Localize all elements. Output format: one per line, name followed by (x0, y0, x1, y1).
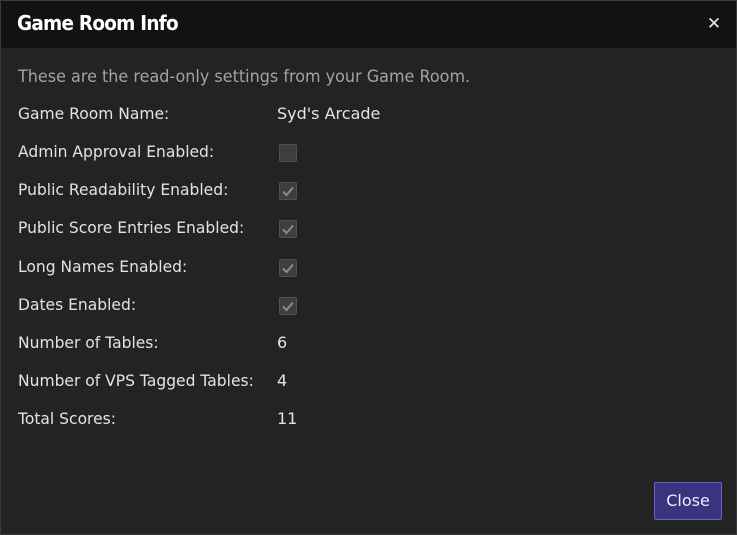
checkmark-icon (282, 263, 294, 274)
game-room-name-label: Game Room Name: (18, 104, 170, 123)
public-score-entries-checkbox (279, 220, 297, 238)
number-of-tables-label: Number of Tables: (18, 333, 159, 352)
public-score-entries-label: Public Score Entries Enabled: (18, 218, 245, 237)
close-icon[interactable]: ✕ (704, 13, 724, 35)
vps-tagged-tables-value: 4 (277, 371, 288, 390)
checkmark-icon (282, 186, 294, 197)
total-scores-value: 11 (277, 409, 298, 428)
public-readability-label: Public Readability Enabled: (18, 180, 229, 199)
public-readability-checkbox (279, 182, 297, 200)
long-names-checkbox (279, 259, 297, 277)
admin-approval-label: Admin Approval Enabled: (18, 142, 215, 161)
vps-tagged-tables-label: Number of VPS Tagged Tables: (18, 371, 254, 390)
admin-approval-checkbox (279, 144, 297, 162)
dates-checkbox (279, 297, 297, 315)
intro-text: These are the read-only settings from yo… (18, 67, 471, 86)
game-room-name-value: Syd's Arcade (277, 104, 381, 123)
dialog-title: Game Room Info (17, 11, 179, 35)
checkmark-icon (282, 301, 294, 312)
dates-label: Dates Enabled: (18, 295, 137, 314)
close-button[interactable]: Close (654, 482, 722, 520)
total-scores-label: Total Scores: (18, 409, 116, 428)
dialog-titlebar: Game Room Info ✕ (1, 1, 736, 48)
number-of-tables-value: 6 (277, 333, 288, 352)
game-room-info-dialog: Game Room Info ✕ These are the read-only… (0, 0, 737, 535)
checkmark-icon (282, 224, 294, 235)
long-names-label: Long Names Enabled: (18, 257, 188, 276)
